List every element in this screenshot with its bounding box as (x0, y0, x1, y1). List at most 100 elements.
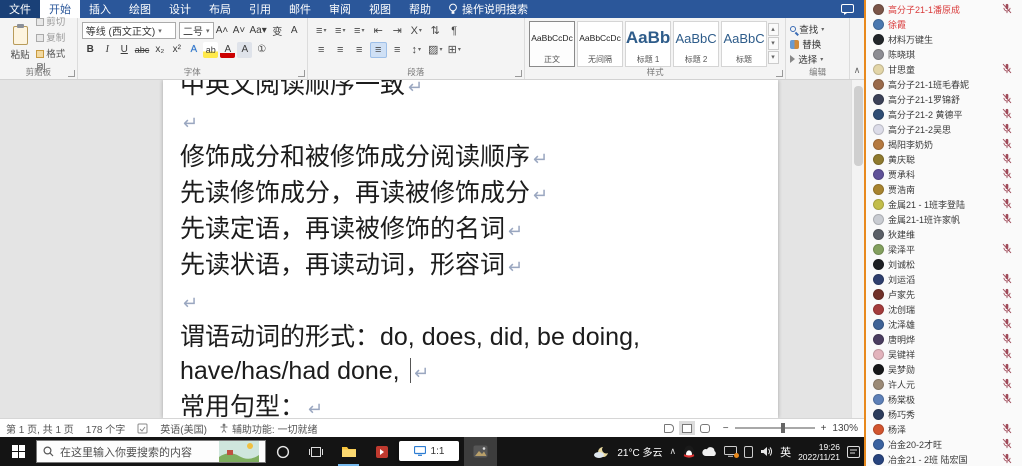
participant-row[interactable]: 贾浩南 (866, 182, 1022, 197)
collapse-ribbon-button[interactable]: ∧ (850, 18, 864, 79)
show-formatting-marks-button[interactable]: ¶ (446, 23, 463, 39)
ribbon-tab[interactable]: 布局 (200, 0, 240, 18)
ribbon-tab[interactable]: 帮助 (400, 0, 440, 18)
participant-row[interactable]: 卢家先 (866, 287, 1022, 302)
photos-app-button[interactable] (464, 437, 497, 466)
participant-row[interactable]: 金属21 - 1班李登陆 (866, 197, 1022, 212)
ribbon-tab[interactable]: 绘图 (120, 0, 160, 18)
text-effects-button[interactable]: A (186, 42, 201, 58)
participant-row[interactable]: 金属21-1班许家帆 (866, 212, 1022, 227)
participant-row[interactable]: 梁泽平 (866, 242, 1022, 257)
italic-button[interactable]: I (100, 42, 115, 58)
asian-layout-button[interactable]: X▾ (408, 23, 425, 39)
document-page[interactable]: 中英文阅读顺序一致↵ ↵ 修饰成分和被修饰成分阅读顺序↵ 先读修饰成分，再读被修… (163, 80, 778, 418)
action-center-button[interactable] (847, 446, 860, 458)
taskbar-search-input[interactable]: 在这里输入你要搜索的内容 (36, 440, 266, 463)
change-case-button[interactable]: Aa▾ (249, 23, 268, 39)
shading-button[interactable]: ▨▾ (427, 42, 444, 58)
increase-indent-button[interactable]: ⇥ (389, 23, 406, 39)
page-indicator[interactable]: 第 1 页, 共 1 页 (6, 421, 74, 436)
participant-row[interactable]: 高分子21-2 黄德平 (866, 107, 1022, 122)
start-button[interactable] (0, 437, 36, 466)
align-center-button[interactable]: ≡ (332, 42, 349, 58)
zoom-slider-thumb[interactable] (781, 423, 785, 433)
participant-row[interactable]: 吴梦勋 (866, 362, 1022, 377)
align-right-button[interactable]: ≡ (351, 42, 368, 58)
ribbon-tab[interactable]: 审阅 (320, 0, 360, 18)
multilevel-list-button[interactable]: ≡▾ (351, 23, 368, 39)
style-card[interactable]: AaBb 标题 1 (625, 21, 671, 67)
qq-tray-icon[interactable] (683, 445, 695, 459)
taskbar-clock[interactable]: 19:262022/11/21 (798, 442, 840, 462)
ribbon-tab[interactable]: 邮件 (280, 0, 320, 18)
decrease-indent-button[interactable]: ⇤ (370, 23, 387, 39)
screencast-tray-icon[interactable] (724, 446, 737, 457)
participant-row[interactable]: 刘诚松 (866, 257, 1022, 272)
participant-row[interactable]: 黄庆聪 (866, 152, 1022, 167)
participant-row[interactable]: 刘运滔 (866, 272, 1022, 287)
accessibility-status[interactable]: 辅助功能: 一切就绪 (219, 421, 318, 436)
style-card[interactable]: AaBbCcDc 无间隔 (577, 21, 623, 67)
comments-button[interactable] (831, 0, 864, 18)
superscript-button[interactable]: x² (169, 42, 184, 58)
task-view-button[interactable] (299, 437, 332, 466)
zoom-level[interactable]: 130% (832, 423, 858, 434)
phonetic-guide-button[interactable]: 变 (270, 23, 285, 39)
underline-button[interactable]: U (117, 42, 132, 58)
bold-button[interactable]: B (83, 42, 98, 58)
cut-button[interactable]: 剪切 (36, 14, 73, 28)
shrink-font-button[interactable]: A˅ (232, 23, 247, 39)
participant-row[interactable]: 沈泽雄 (866, 317, 1022, 332)
styles-gallery-more-button[interactable]: ▾ (768, 51, 779, 64)
participant-row[interactable]: 唐明烨 (866, 332, 1022, 347)
tray-expand-button[interactable]: ∧ (669, 446, 676, 457)
tell-me-search[interactable]: 操作说明搜索 (440, 0, 536, 18)
participant-row[interactable]: 冶金20-2才旺 (866, 437, 1022, 452)
numbering-button[interactable]: ≡▾ (332, 23, 349, 39)
styles-gallery-up-button[interactable]: ▴ (768, 23, 779, 36)
bullets-button[interactable]: ≡▾ (313, 23, 330, 39)
zoom-in-button[interactable]: + (821, 423, 827, 434)
print-layout-button[interactable] (679, 421, 695, 435)
style-card[interactable]: AaBbCcDc 正文 (529, 21, 575, 67)
red-app-button[interactable] (365, 437, 398, 466)
grow-font-button[interactable]: A˄ (215, 23, 230, 39)
character-shading-button[interactable]: A (237, 42, 252, 58)
select-button[interactable]: 选择▾ (790, 52, 845, 66)
participant-row[interactable]: 杨棠极 (866, 392, 1022, 407)
copy-button[interactable]: 复制 (36, 30, 73, 44)
vertical-scrollbar[interactable] (851, 80, 864, 418)
line-spacing-button[interactable]: ↕▾ (408, 42, 425, 58)
participant-row[interactable]: 贾承科 (866, 167, 1022, 182)
participant-row[interactable]: 高分子21-1班毛春妮 (866, 77, 1022, 92)
highlight-color-button[interactable]: ab (203, 42, 218, 58)
speaker-tray-icon[interactable] (760, 446, 773, 457)
font-size-combo[interactable]: 二号▾ (179, 22, 214, 39)
participant-row[interactable]: 吴键祥 (866, 347, 1022, 362)
word-count[interactable]: 178 个字 (86, 421, 125, 436)
participant-row[interactable]: 高分子21-2吴思 (866, 122, 1022, 137)
weather-text[interactable]: 21°C 多云 (617, 444, 662, 459)
paste-button[interactable]: 粘贴 (4, 21, 36, 66)
ribbon-tab[interactable]: 文件 (0, 0, 40, 18)
participant-row[interactable]: 许人元 (866, 377, 1022, 392)
borders-button[interactable]: ⊞▾ (446, 42, 463, 58)
style-card[interactable]: AaBbC 标题 2 (673, 21, 719, 67)
proofing-status[interactable] (137, 423, 148, 434)
distribute-button[interactable]: ≡ (389, 42, 406, 58)
zoom-out-button[interactable]: − (723, 423, 729, 434)
sort-button[interactable]: ⇅ (427, 23, 444, 39)
participant-row[interactable]: 揭阳李奶奶 (866, 137, 1022, 152)
subscript-button[interactable]: x₂ (152, 42, 167, 58)
font-dialog-launcher[interactable] (298, 70, 305, 77)
participant-row[interactable]: 高分子21-1罗锦舒 (866, 92, 1022, 107)
participant-row[interactable]: 材料万键生 (866, 32, 1022, 47)
language-indicator[interactable]: 英语(美国) (160, 421, 207, 436)
scrollbar-thumb[interactable] (854, 86, 863, 166)
strikethrough-button[interactable]: abc (134, 42, 151, 58)
participant-row[interactable]: 甘思童 (866, 62, 1022, 77)
participant-row[interactable]: 高分子21-1潘原成 (866, 2, 1022, 17)
align-left-button[interactable]: ≡ (313, 42, 330, 58)
find-button[interactable]: 查找▾ (790, 22, 845, 36)
cortana-button[interactable] (266, 437, 299, 466)
